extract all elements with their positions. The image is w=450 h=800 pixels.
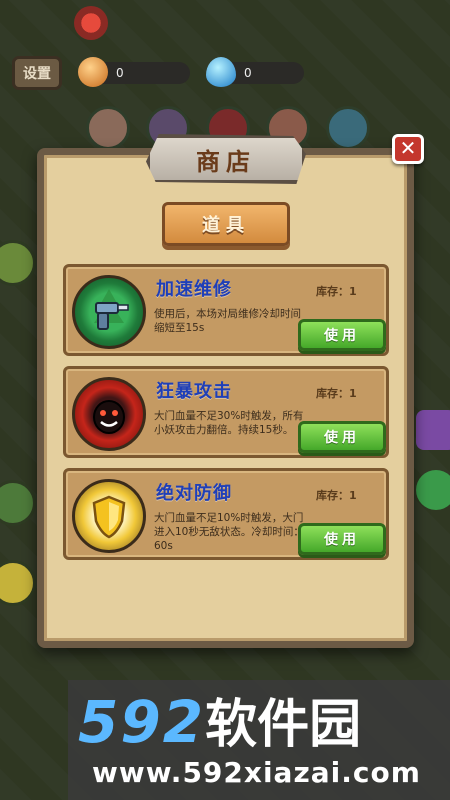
item-stock: 库存：1 — [316, 285, 357, 298]
item-card-speed-repair: 加速维修 库存：1 使用后，本场对局维修冷却时间缩短至15s 使用 — [63, 264, 389, 356]
top-resource-bar: 设置 0 0 — [12, 52, 312, 92]
tab-items[interactable]: 道具 — [162, 202, 290, 246]
item-card-rage-attack: 狂暴攻击 库存：1 大门血量不足30%时触发，所有小妖攻击力翻倍。持续15秒。 … — [63, 366, 389, 458]
close-button[interactable]: ✕ — [392, 134, 424, 164]
coin-icon — [78, 57, 108, 87]
enemy-marker-icon — [74, 6, 108, 40]
use-button-speed-repair[interactable]: 使用 — [298, 319, 386, 351]
item-stock: 库存：1 — [316, 387, 357, 400]
avatar — [326, 106, 370, 150]
drill-icon — [72, 275, 146, 349]
settings-button[interactable]: 设置 — [12, 56, 62, 90]
side-button-icon — [416, 410, 450, 450]
watermark-logo: 592软件园 — [78, 682, 361, 757]
item-description: 大门血量不足10%时触发，大门进入10秒无敌状态。冷却时间：60s — [154, 512, 304, 552]
shop-title-plaque: 商店 — [146, 134, 306, 184]
side-button-icon — [416, 470, 450, 510]
golden-shield-icon — [72, 479, 146, 553]
watermark-logo-number: 592 — [78, 688, 206, 756]
item-name: 狂暴攻击 — [156, 381, 232, 402]
watermark-banner: 592软件园 www.592xiazai.com — [68, 680, 450, 800]
watermark-url: www.592xiazai.com — [92, 756, 421, 789]
item-description: 使用后，本场对局维修冷却时间缩短至15s — [154, 308, 301, 334]
water-drop-icon — [206, 57, 236, 87]
use-button-rage-attack[interactable]: 使用 — [298, 421, 386, 453]
coin-counter: 0 — [78, 57, 190, 87]
item-description: 大门血量不足30%时触发，所有小妖攻击力翻倍。持续15秒。 — [154, 410, 304, 436]
gem-count: 0 — [244, 66, 252, 80]
watermark-logo-text: 软件园 — [205, 695, 362, 755]
avatar — [86, 106, 130, 150]
shop-title: 商店 — [196, 146, 256, 176]
item-stock: 库存：1 — [316, 489, 357, 502]
use-button-absolute-defense[interactable]: 使用 — [298, 523, 386, 555]
item-card-absolute-defense: 绝对防御 库存：1 大门血量不足10%时触发，大门进入10秒无敌状态。冷却时间：… — [63, 468, 389, 560]
rage-demon-icon — [72, 377, 146, 451]
coin-count: 0 — [116, 66, 124, 80]
item-name: 加速维修 — [156, 279, 232, 300]
gem-counter: 0 — [206, 57, 304, 87]
item-name: 绝对防御 — [156, 483, 232, 504]
